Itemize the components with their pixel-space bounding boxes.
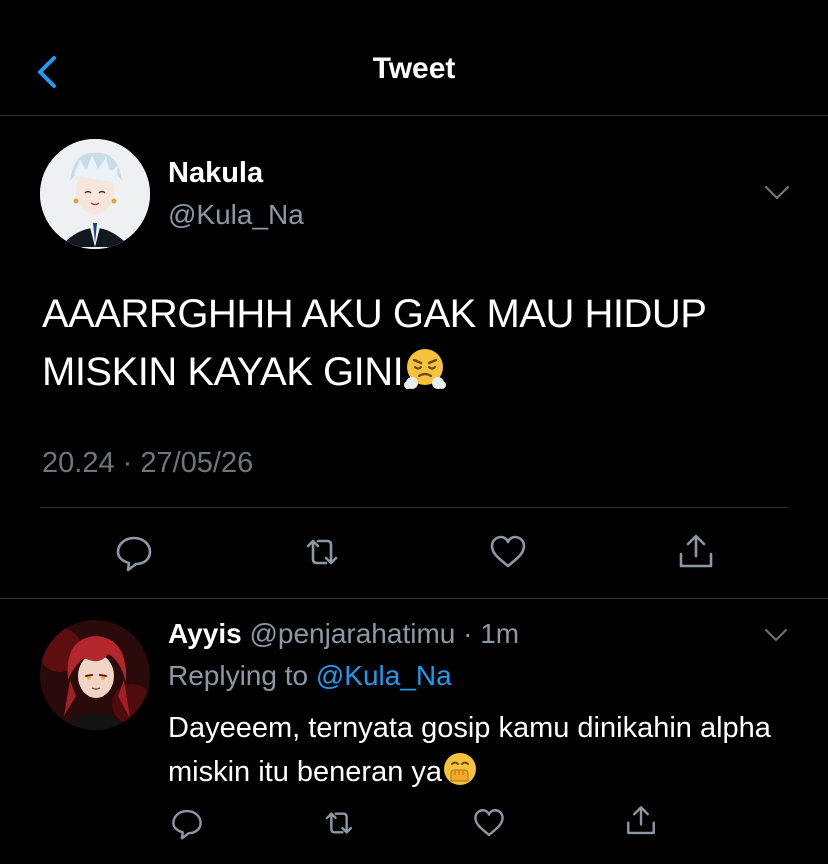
separator-dot: ·: [455, 618, 481, 649]
avatar-illustration: [40, 139, 150, 249]
share-button[interactable]: [676, 532, 716, 572]
like-icon: [474, 809, 504, 837]
face-with-steam-from-nose-icon: [403, 347, 447, 407]
replying-to-mention[interactable]: @Kula_Na: [316, 660, 452, 691]
face-with-hand-over-mouth-icon: [442, 751, 478, 800]
tweet-text: AAARRGHHH AKU GAK MAU HIDUP MISKIN KAYAK…: [42, 285, 802, 407]
main-tweet: Nakula @Kula_Na AAARRGHHH AKU GAK MAU HI…: [0, 117, 828, 599]
top-bar: Tweet: [0, 0, 828, 116]
replying-to: Replying to @Kula_Na: [168, 660, 452, 692]
reply-author-name[interactable]: Ayyis: [168, 618, 242, 649]
reply-share-button[interactable]: [624, 804, 658, 838]
retweet-icon: [325, 812, 353, 834]
tweet-options-button[interactable]: [764, 185, 790, 201]
reply-button[interactable]: [114, 532, 154, 572]
avatar-illustration: [40, 620, 150, 730]
like-button[interactable]: [488, 532, 528, 572]
tweet-text-content: AAARRGHHH AKU GAK MAU HIDUP MISKIN KAYAK…: [42, 292, 706, 394]
reply-text: Dayeeem, ternyata gosip kamu dinikahin a…: [168, 706, 788, 800]
reply-icon: [116, 536, 152, 572]
share-icon: [627, 806, 655, 835]
reply-time: 1m: [480, 618, 520, 649]
tweet-timestamp: 20.24 · 27/05/26: [42, 447, 254, 479]
retweet-icon: [306, 539, 338, 565]
chevron-down-icon: [764, 185, 790, 200]
avatar[interactable]: [40, 620, 150, 730]
chevron-down-icon: [765, 629, 787, 642]
replying-to-label: Replying to: [168, 660, 316, 691]
page-title: Tweet: [372, 52, 456, 85]
reply-tweet[interactable]: Ayyis @penjarahatimu · 1m Replying to @K…: [0, 600, 828, 864]
like-icon: [490, 535, 526, 568]
reply-icon: [172, 809, 202, 840]
avatar[interactable]: [40, 139, 150, 249]
author-name[interactable]: Nakula: [168, 157, 263, 190]
reply-retweet-button[interactable]: [322, 806, 356, 840]
share-icon: [679, 534, 713, 568]
reply-options-button[interactable]: [764, 628, 788, 642]
author-handle[interactable]: @Kula_Na: [168, 199, 304, 231]
retweet-button[interactable]: [302, 532, 342, 572]
reply-header: Ayyis @penjarahatimu · 1m: [168, 618, 519, 650]
reply-reply-button[interactable]: [170, 806, 204, 840]
reply-like-button[interactable]: [472, 806, 506, 840]
divider: [40, 507, 788, 508]
reply-author-handle[interactable]: @penjarahatimu: [249, 618, 455, 649]
